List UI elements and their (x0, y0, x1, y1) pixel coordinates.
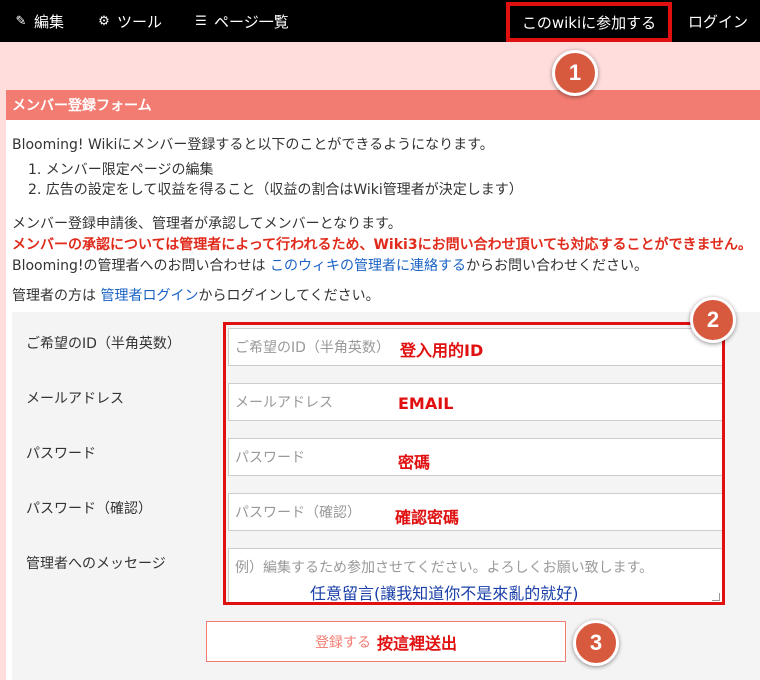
register-button-label: 登録する (314, 634, 371, 651)
top-navbar: ✎ 編集 ⚙ ツール ☰ ページ一覧 このwikiに参加する ログイン (0, 0, 760, 42)
card-title: メンバー登録フォーム (6, 90, 760, 120)
contact-suffix: からお問い合わせください。 (465, 258, 648, 274)
email-input[interactable]: メールアドレス (228, 383, 723, 421)
benefit-item: 1. メンバー限定ページの編集 (28, 162, 214, 178)
contact-admin-link[interactable]: このウィキの管理者に連絡する (270, 258, 466, 274)
step-badge-1: 1 (552, 50, 598, 96)
contact-prefix: Blooming!の管理者へのお問い合わせは (12, 258, 270, 274)
email-label: メールアドレス (26, 391, 124, 407)
password-confirm-annotation: 確認密碼 (395, 508, 460, 527)
message-placeholder: 例）編集するため参加させてください。よろしくお願い致します。 (235, 560, 654, 576)
password-annotation: 密碼 (398, 453, 431, 472)
admin-login-link[interactable]: 管理者ログイン (100, 288, 198, 304)
id-annotation: 登入用的ID (400, 341, 484, 360)
nav-tools-label: ツール (117, 12, 163, 31)
admin-suffix: からログインしてください。 (198, 288, 380, 304)
approval-note: メンバー登録申請後、管理者が承認してメンバーとなります。 (12, 216, 402, 232)
join-wiki-label: このwikiに参加する (521, 13, 657, 32)
gear-icon: ⚙ (98, 13, 110, 29)
nav-page-list-link[interactable]: ☰ ページ一覧 (192, 0, 289, 42)
nav-edit-label: 編集 (34, 12, 65, 31)
approval-warning: メンバーの承認については管理者によって行われるため、Wiki3にお問い合わせ頂い… (12, 237, 753, 253)
password-placeholder: パスワード (235, 450, 305, 466)
id-label: ご希望のID（半角英数） (26, 336, 181, 352)
nav-pages-label: ページ一覧 (214, 12, 289, 31)
list-icon: ☰ (195, 13, 207, 29)
pencil-square-icon: ✎ (15, 13, 27, 29)
login-link[interactable]: ログイン (688, 0, 748, 42)
password-confirm-label: パスワード（確認） (26, 501, 152, 517)
password-label: パスワード (26, 446, 96, 462)
benefit-item: 2. 広告の設定をして収益を得ること（収益の割合はWiki管理者が決定します） (28, 182, 523, 198)
register-button[interactable]: 登録する 按這裡送出 (206, 621, 566, 662)
message-annotation: 任意留言(讓我知道你不是來亂的就好) (310, 584, 579, 603)
password-confirm-input[interactable]: パスワード（確認） (228, 493, 723, 531)
step-badge-3: 3 (573, 620, 619, 666)
contact-note: Blooming!の管理者へのお問い合わせは このウィキの管理者に連絡するからお… (12, 255, 648, 275)
nav-tools-link[interactable]: ⚙ ツール (95, 0, 162, 42)
login-label: ログイン (688, 12, 749, 31)
id-placeholder: ご希望のID（半角英数） (235, 340, 390, 356)
submit-annotation: 按這裡送出 (376, 633, 457, 653)
admin-login-note: 管理者の方は 管理者ログインからログインしてください。 (12, 285, 380, 305)
message-label: 管理者へのメッセージ (26, 556, 166, 572)
resize-handle-icon[interactable] (712, 593, 720, 601)
intro-text: Blooming! Wikiにメンバー登録すると以下のことができるようになります… (12, 137, 494, 153)
password-input[interactable]: パスワード (228, 438, 723, 476)
email-placeholder: メールアドレス (235, 395, 333, 411)
admin-prefix: 管理者の方は (12, 288, 101, 304)
email-annotation: EMAIL (398, 394, 454, 413)
password-confirm-placeholder: パスワード（確認） (235, 505, 361, 521)
step-badge-2: 2 (690, 297, 736, 343)
nav-edit-link[interactable]: ✎ 編集 (12, 0, 64, 42)
join-wiki-button[interactable]: このwikiに参加する (506, 2, 672, 42)
